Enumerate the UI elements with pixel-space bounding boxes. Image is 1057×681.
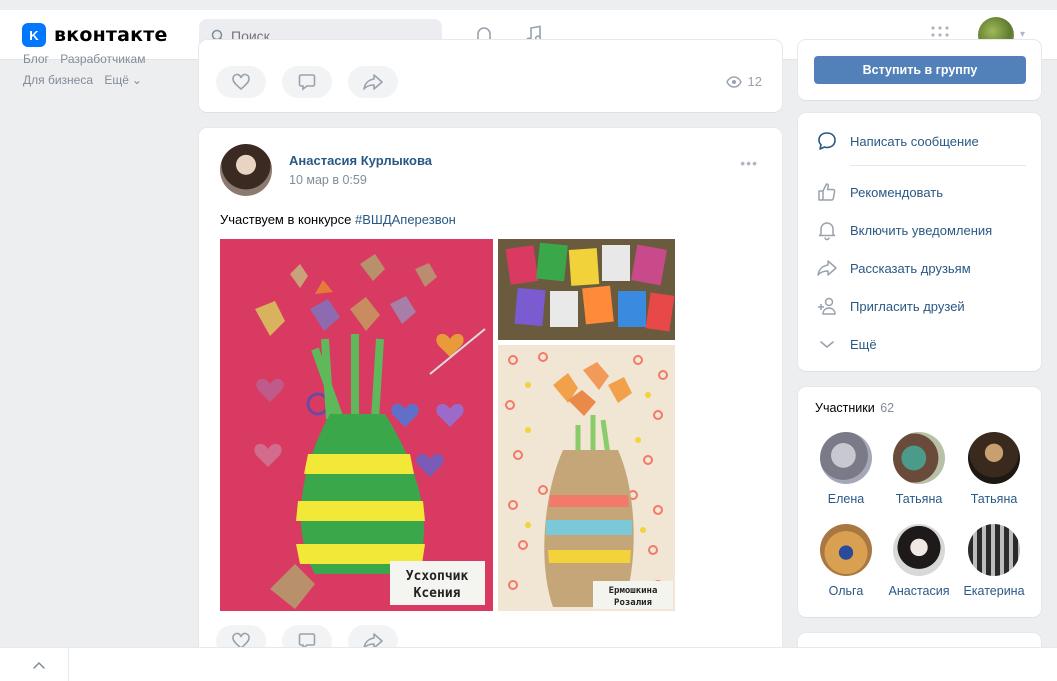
member-name: Анастасия <box>888 584 950 598</box>
more-actions-item[interactable]: Ещё <box>816 333 877 355</box>
enable-notifications-label: Включить уведомления <box>850 222 993 238</box>
member-name: Ольга <box>828 584 864 598</box>
heart-icon <box>232 73 250 91</box>
svg-text:Ксения: Ксения <box>414 586 461 601</box>
divider <box>850 165 1026 166</box>
bell-icon <box>818 222 836 241</box>
more-link-label: Ещё <box>104 73 129 87</box>
member-avatar <box>893 432 945 484</box>
member-card[interactable]: Татьяна <box>881 432 957 506</box>
blog-link[interactable]: Блог <box>23 52 49 66</box>
eye-icon <box>725 75 742 88</box>
post-photo-3[interactable]: Ермошкина Розалия <box>498 345 675 611</box>
member-card[interactable]: Татьяна <box>956 432 1032 506</box>
member-name: Екатерина <box>963 584 1025 598</box>
member-name: Татьяна <box>895 492 943 506</box>
views-count: 12 <box>747 74 762 89</box>
author-avatar[interactable] <box>220 144 272 196</box>
share-button[interactable] <box>348 66 398 98</box>
cards-photo <box>498 239 675 340</box>
member-avatar <box>820 524 872 576</box>
add-user-icon <box>818 297 836 315</box>
thumbs-up-icon <box>818 183 836 201</box>
members-card: Участники 62 Елена Татьяна Татьяна Ольга… <box>798 387 1041 617</box>
svg-text:Усхопчик: Усхопчик <box>406 569 469 584</box>
previous-post-card: 12 <box>199 40 782 112</box>
vk-logo-mark: K <box>22 23 46 47</box>
tell-friends-label: Рассказать друзьям <box>850 260 971 276</box>
left-footer-links: Блог Разработчикам Для бизнеса Ещё ⌄ <box>23 52 153 91</box>
chevron-down-icon <box>820 341 834 349</box>
business-link[interactable]: Для бизнеса <box>23 73 93 87</box>
more-link[interactable]: Ещё ⌄ <box>104 73 142 87</box>
member-name: Татьяна <box>970 492 1018 506</box>
svg-text:Розалия: Розалия <box>614 598 652 608</box>
join-card: Вступить в группу <box>798 40 1041 100</box>
views-counter: 12 <box>725 74 762 89</box>
members-title: Участники <box>815 401 875 415</box>
invite-friends-item[interactable]: Пригласить друзей <box>816 295 965 317</box>
post-text: Участвуем в конкурсе #ВШДАперезвон <box>220 212 456 227</box>
recommend-label: Рекомендовать <box>850 184 943 200</box>
write-message-item[interactable]: Написать сообщение <box>816 130 979 152</box>
divider <box>68 648 69 681</box>
hashtag-link[interactable]: #ВШДАперезвон <box>355 212 456 227</box>
more-options-icon[interactable]: ••• <box>740 155 758 171</box>
bottom-bar <box>0 647 1057 681</box>
post-actions <box>216 66 398 98</box>
post-card: Анастасия Курлыкова 10 мар в 0:59 ••• Уч… <box>199 128 782 658</box>
post-photo-2[interactable] <box>498 239 675 340</box>
comment-button[interactable] <box>282 66 332 98</box>
comment-icon <box>298 74 316 91</box>
member-card[interactable]: Ольга <box>808 524 884 598</box>
member-card[interactable]: Екатерина <box>956 524 1032 598</box>
like-button[interactable] <box>216 66 266 98</box>
group-actions-card: Написать сообщение Рекомендовать Включит… <box>798 113 1041 371</box>
member-card[interactable]: Елена <box>808 432 884 506</box>
scroll-up-icon[interactable] <box>32 658 54 678</box>
chevron-down-icon[interactable]: ▾ <box>1020 29 1025 40</box>
share-icon <box>817 260 837 276</box>
vk-logo-text: вконтакте <box>54 24 168 46</box>
invite-friends-label: Пригласить друзей <box>850 298 965 314</box>
member-avatar <box>820 432 872 484</box>
enable-notifications-item[interactable]: Включить уведомления <box>816 219 992 241</box>
message-icon <box>818 132 836 150</box>
more-actions-label: Ещё <box>850 336 877 352</box>
vase-drawing-red: Усхопчик Ксения <box>220 239 493 611</box>
member-avatar <box>968 432 1020 484</box>
vk-logo[interactable]: K вконтакте <box>22 23 168 47</box>
members-header[interactable]: Участники 62 <box>815 401 894 415</box>
members-count: 62 <box>880 401 895 415</box>
member-avatar <box>968 524 1020 576</box>
post-photo-1[interactable]: Усхопчик Ксения <box>220 239 493 611</box>
post-date[interactable]: 10 мар в 0:59 <box>289 173 367 187</box>
member-name: Елена <box>827 492 865 506</box>
vase-drawing-beige: Ермошкина Розалия <box>498 345 675 611</box>
share-icon <box>363 74 383 90</box>
tell-friends-item[interactable]: Рассказать друзьям <box>816 257 971 279</box>
developers-link[interactable]: Разработчикам <box>60 52 145 66</box>
write-message-label: Написать сообщение <box>850 133 979 149</box>
member-card[interactable]: Анастасия <box>881 524 957 598</box>
author-name[interactable]: Анастасия Курлыкова <box>289 153 432 168</box>
post-text-body: Участвуем в конкурсе <box>220 212 355 227</box>
join-group-button[interactable]: Вступить в группу <box>814 56 1026 84</box>
recommend-item[interactable]: Рекомендовать <box>816 181 943 203</box>
member-avatar <box>893 524 945 576</box>
svg-text:Ермошкина: Ермошкина <box>609 586 658 596</box>
